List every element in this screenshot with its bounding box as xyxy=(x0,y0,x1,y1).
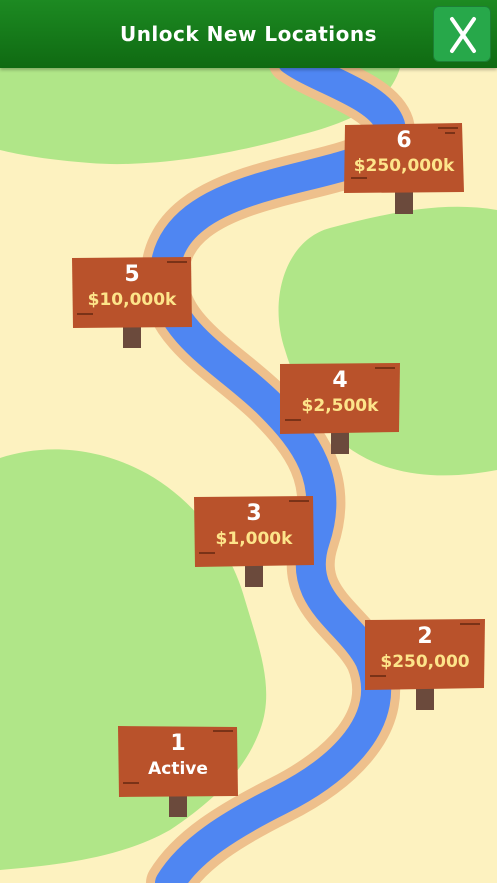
close-button[interactable] xyxy=(433,6,491,62)
location-map-screen: Unlock New Locations 6 $250,000k 5 $10,0 xyxy=(0,0,497,883)
location-sign-3[interactable]: 3 $1,000k xyxy=(193,495,315,589)
location-number: 5 xyxy=(124,262,140,287)
location-number: 3 xyxy=(246,501,262,526)
location-status: Active xyxy=(148,759,208,779)
location-price: $1,000k xyxy=(215,529,293,549)
location-number: 6 xyxy=(396,128,412,153)
page-title: Unlock New Locations xyxy=(119,22,378,46)
location-number: 4 xyxy=(332,368,348,393)
header-bar: Unlock New Locations xyxy=(0,0,497,68)
location-number: 2 xyxy=(417,624,433,649)
location-price: $2,500k xyxy=(301,396,379,416)
location-sign-6[interactable]: 6 $250,000k xyxy=(343,122,465,216)
location-sign-4[interactable]: 4 $2,500k xyxy=(279,362,401,456)
location-price: $10,000k xyxy=(87,290,177,310)
location-number: 1 xyxy=(170,731,186,756)
location-sign-2[interactable]: 2 $250,000 xyxy=(364,618,486,712)
location-sign-5[interactable]: 5 $10,000k xyxy=(71,256,193,350)
location-price: $250,000 xyxy=(380,652,470,672)
location-price: $250,000k xyxy=(353,156,455,176)
close-icon xyxy=(450,17,476,53)
location-sign-1[interactable]: 1 Active xyxy=(117,725,239,819)
